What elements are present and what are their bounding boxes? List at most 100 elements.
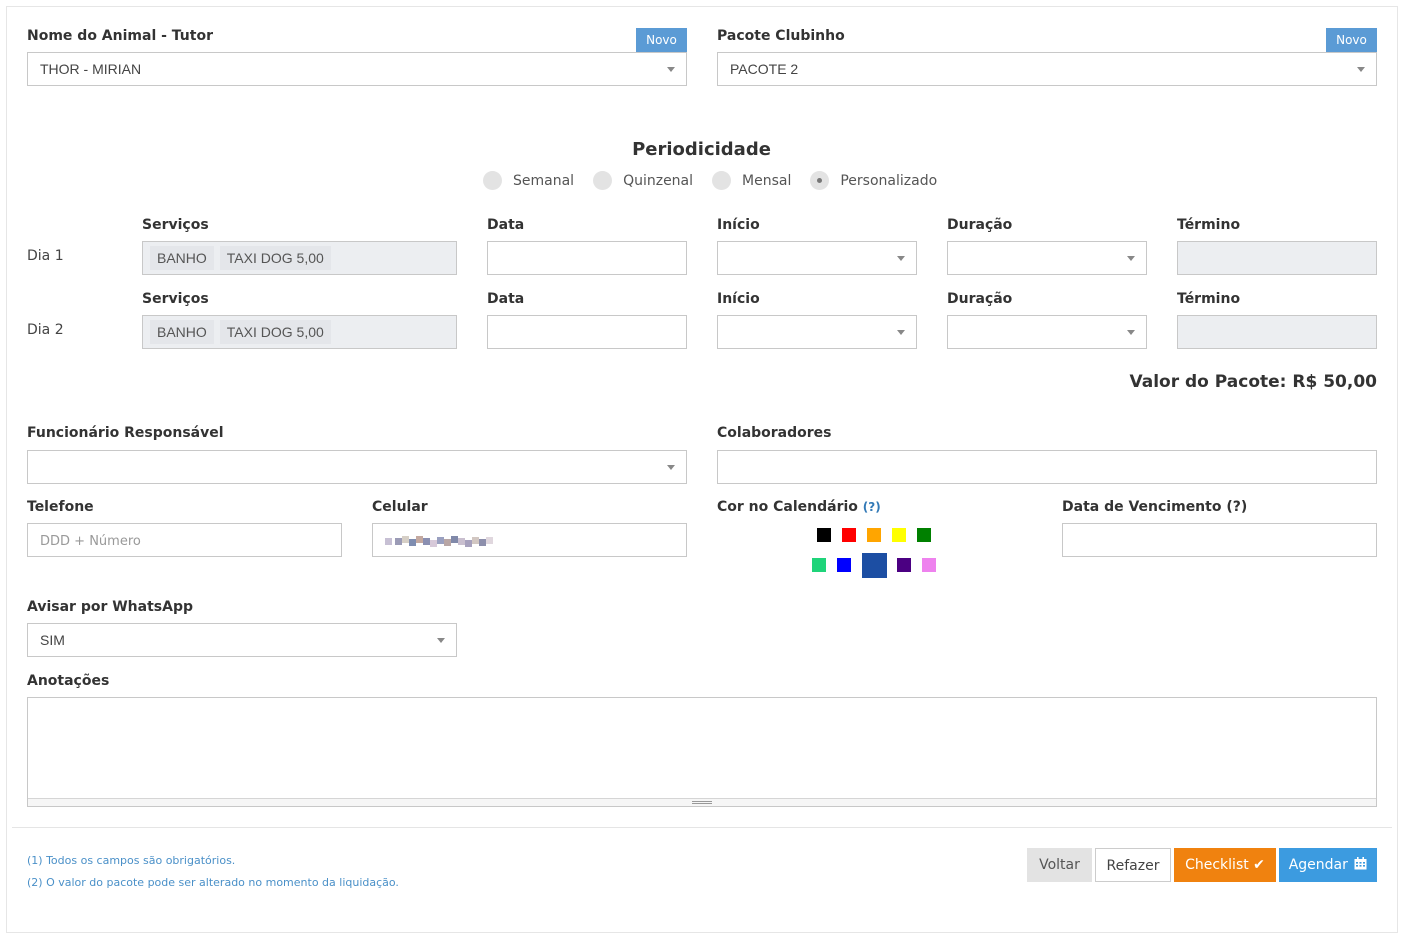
checklist-button[interactable]: Checklist ✔: [1174, 848, 1276, 882]
vencimento-label-text: Data de Vencimento: [1062, 499, 1222, 515]
radio-button-checked[interactable]: [810, 171, 830, 190]
whatsapp-select[interactable]: SIM: [27, 623, 457, 657]
celular-input[interactable]: [372, 523, 687, 557]
pacote-label: Pacote Clubinho: [717, 28, 845, 44]
termino-label: Término: [1177, 291, 1241, 307]
service-chip: TAXI DOG 5,00: [219, 246, 331, 270]
animal-select[interactable]: THOR - MIRIAN: [27, 52, 687, 86]
termino-field-dia-2: [1177, 315, 1377, 349]
footnote-1: (1) Todos os campos são obrigatórios.: [27, 854, 236, 867]
duracao-select-dia-2[interactable]: [947, 315, 1147, 349]
color-swatch[interactable]: [842, 528, 856, 542]
service-chip: BANHO: [150, 246, 214, 270]
duracao-label: Duração: [947, 217, 1013, 233]
color-swatch[interactable]: [917, 528, 931, 542]
radio-quinzenal[interactable]: Quinzenal: [593, 171, 693, 190]
animal-label: Nome do Animal - Tutor: [27, 28, 213, 44]
periodicidade-title: Periodicidade: [632, 139, 771, 160]
service-chip: TAXI DOG 5,00: [219, 320, 331, 344]
radio-label: Personalizado: [840, 172, 938, 189]
vencimento-label: Data de Vencimento (?): [1062, 499, 1247, 515]
footer-divider: [12, 827, 1392, 828]
cor-help-link[interactable]: (?): [863, 500, 881, 514]
chevron-down-icon: [667, 465, 675, 470]
periodicidade-radio-group: Semanal Quinzenal Mensal Personalizado: [483, 171, 956, 190]
calendar-icon: [1354, 857, 1367, 870]
servicos-field-dia-1[interactable]: BANHO TAXI DOG 5,00: [142, 241, 457, 275]
agendar-button-label: Agendar: [1288, 857, 1348, 873]
colaboradores-label: Colaboradores: [717, 425, 832, 441]
termino-field-dia-1: [1177, 241, 1377, 275]
novo-pacote-button[interactable]: Novo: [1326, 28, 1377, 53]
colaboradores-input[interactable]: [717, 450, 1377, 484]
data-label: Data: [487, 291, 525, 307]
anotacoes-label: Anotações: [27, 673, 110, 689]
radio-button[interactable]: [593, 171, 613, 190]
valor-pacote: Valor do Pacote: R$ 50,00: [1129, 372, 1378, 392]
anotacoes-textarea[interactable]: [27, 697, 1377, 807]
chevron-down-icon: [897, 256, 905, 261]
radio-mensal[interactable]: Mensal: [712, 171, 791, 190]
data-input-dia-2[interactable]: [487, 315, 687, 349]
radio-label: Quinzenal: [623, 172, 694, 189]
radio-label: Mensal: [742, 172, 792, 189]
radio-button[interactable]: [712, 171, 732, 190]
telefone-input[interactable]: DDD + Número: [27, 523, 342, 557]
funcionario-select[interactable]: [27, 450, 687, 484]
celular-redacted-value: [385, 536, 505, 548]
novo-animal-button[interactable]: Novo: [636, 28, 687, 53]
cor-label-text: Cor no Calendário: [717, 499, 858, 515]
celular-label: Celular: [372, 499, 428, 515]
servicos-label: Serviços: [142, 291, 209, 307]
inicio-select-dia-2[interactable]: [717, 315, 917, 349]
pacote-select[interactable]: PACOTE 2: [717, 52, 1377, 86]
dia-2-label: Dia 2: [27, 322, 64, 338]
funcionario-label: Funcionário Responsável: [27, 425, 224, 441]
telefone-label: Telefone: [27, 499, 94, 515]
duracao-select-dia-1[interactable]: [947, 241, 1147, 275]
chevron-down-icon: [1357, 67, 1365, 72]
checklist-button-label: Checklist ✔: [1185, 857, 1265, 873]
chevron-down-icon: [437, 638, 445, 643]
chevron-down-icon: [667, 67, 675, 72]
footnote-2: (2) O valor do pacote pode ser alterado …: [27, 876, 399, 889]
color-swatch[interactable]: [862, 553, 887, 578]
pacote-select-value: PACOTE 2: [730, 61, 799, 77]
color-swatch[interactable]: [867, 528, 881, 542]
inicio-label: Início: [717, 217, 760, 233]
voltar-button[interactable]: Voltar: [1027, 848, 1092, 882]
servicos-label: Serviços: [142, 217, 209, 233]
color-swatch[interactable]: [897, 558, 911, 572]
data-label: Data: [487, 217, 525, 233]
chevron-down-icon: [897, 330, 905, 335]
service-chip: BANHO: [150, 320, 214, 344]
dia-1-label: Dia 1: [27, 248, 64, 264]
servicos-field-dia-2[interactable]: BANHO TAXI DOG 5,00: [142, 315, 457, 349]
duracao-label: Duração: [947, 291, 1013, 307]
radio-semanal[interactable]: Semanal: [483, 171, 574, 190]
inicio-select-dia-1[interactable]: [717, 241, 917, 275]
color-swatch[interactable]: [812, 558, 826, 572]
resize-handle[interactable]: [28, 798, 1376, 806]
cor-label: Cor no Calendário (?): [717, 499, 881, 515]
telefone-placeholder: DDD + Número: [40, 534, 141, 549]
chevron-down-icon: [1127, 330, 1135, 335]
termino-label: Término: [1177, 217, 1241, 233]
vencimento-help[interactable]: (?): [1226, 499, 1247, 515]
vencimento-input[interactable]: [1062, 523, 1377, 557]
radio-personalizado[interactable]: Personalizado: [810, 171, 937, 190]
inicio-label: Início: [717, 291, 760, 307]
color-swatch[interactable]: [817, 528, 831, 542]
color-swatch[interactable]: [837, 558, 851, 572]
radio-label: Semanal: [513, 172, 575, 189]
color-swatch[interactable]: [922, 558, 936, 572]
color-swatch[interactable]: [892, 528, 906, 542]
data-input-dia-1[interactable]: [487, 241, 687, 275]
animal-select-value: THOR - MIRIAN: [40, 61, 142, 77]
whatsapp-select-value: SIM: [40, 632, 65, 648]
refazer-button[interactable]: Refazer: [1095, 848, 1171, 882]
radio-button[interactable]: [483, 171, 502, 190]
agendar-button[interactable]: Agendar: [1279, 848, 1377, 882]
whatsapp-label: Avisar por WhatsApp: [27, 599, 193, 615]
chevron-down-icon: [1127, 256, 1135, 261]
